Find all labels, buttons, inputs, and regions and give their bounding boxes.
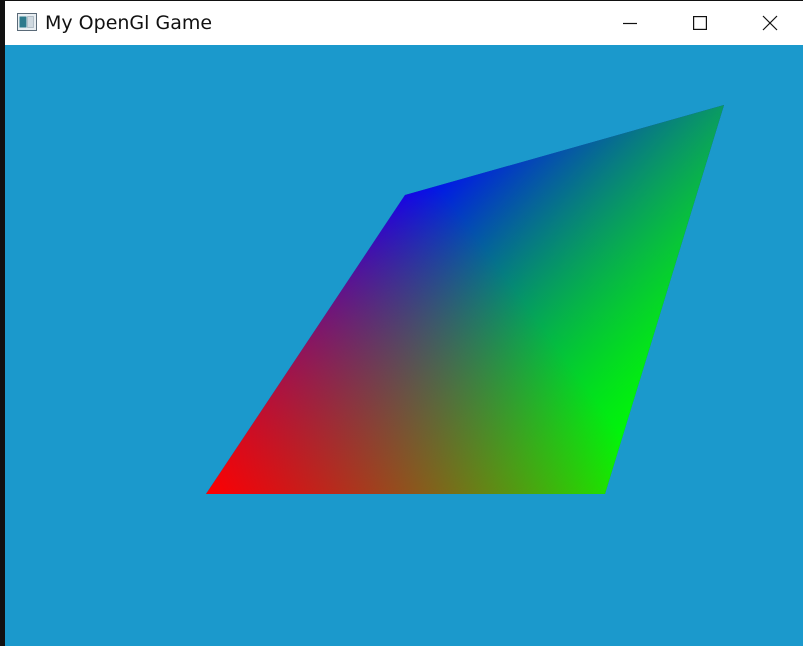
close-icon bbox=[762, 15, 778, 31]
minimize-icon bbox=[623, 22, 637, 25]
maximize-button[interactable] bbox=[665, 1, 735, 45]
render-canvas[interactable] bbox=[5, 45, 803, 646]
window-title: My OpenGl Game bbox=[45, 12, 213, 34]
close-button[interactable] bbox=[735, 1, 803, 45]
gradient-quad bbox=[206, 105, 724, 494]
maximize-icon bbox=[693, 16, 707, 30]
title-bar[interactable]: My OpenGl Game bbox=[5, 0, 803, 45]
minimize-button[interactable] bbox=[595, 1, 665, 45]
app-window: My OpenGl Game bbox=[0, 0, 803, 646]
app-icon bbox=[17, 13, 37, 31]
